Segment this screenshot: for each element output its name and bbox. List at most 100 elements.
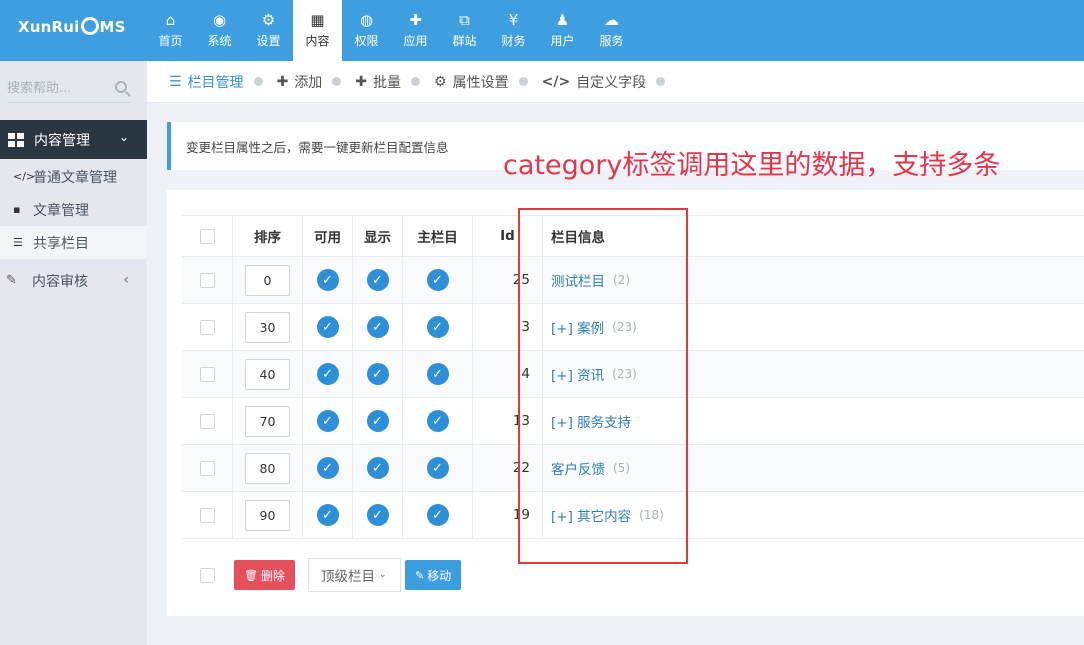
move-button[interactable]: ✎ 移动: [404, 560, 462, 590]
category-link[interactable]: [+] 其它内容: [551, 505, 631, 525]
parent-category-select[interactable]: 顶级栏目 ⌄: [307, 558, 401, 592]
nav-item-1[interactable]: ◉ 系统: [195, 0, 244, 61]
sidebar-group-content[interactable]: 内容管理 ⌄: [0, 120, 147, 159]
sidebar-group-review[interactable]: ✎ 内容审核 ‹: [0, 264, 147, 297]
nav-item-2[interactable]: ⚙ 设置: [244, 0, 293, 61]
chevron-down-icon: ⌄: [118, 130, 129, 144]
breadcrumb-icon: ✚: [276, 73, 289, 90]
row-checkbox[interactable]: [199, 460, 215, 476]
nav-item-9[interactable]: ☁ 服务: [587, 0, 636, 61]
category-link[interactable]: [+] 服务支持: [551, 411, 631, 431]
breadcrumb-item-0[interactable]: ☰ 栏目管理: [169, 72, 244, 92]
check-circle-icon[interactable]: ✓: [316, 363, 339, 385]
nav-item-4[interactable]: ◍ 权限: [342, 0, 391, 61]
breadcrumb-item-1[interactable]: ✚ 添加: [277, 72, 323, 92]
check-circle-icon[interactable]: ✓: [426, 457, 449, 479]
table-row: ✓ ✓ ✓ 3 [+] 案例 (23): [182, 304, 1084, 351]
nav-item-0[interactable]: ⌂ 首页: [146, 0, 195, 61]
row-checkbox[interactable]: [199, 272, 215, 288]
row-id: 25: [512, 272, 530, 288]
sidebar-item-2[interactable]: ☰ 共享栏目: [0, 226, 147, 259]
yen-icon: ¥: [508, 11, 519, 29]
check-circle-icon[interactable]: ✓: [426, 269, 449, 291]
check-circle-icon[interactable]: ✓: [366, 363, 389, 385]
nav-item-6[interactable]: ⧉ 群站: [440, 0, 489, 61]
search-input[interactable]: [7, 77, 107, 99]
table-header-row: 排序 可用 显示 主栏目 Id 栏目信息: [182, 216, 1084, 257]
category-link[interactable]: [+] 案例: [551, 317, 604, 337]
breadcrumb-label: 自定义字段: [576, 74, 647, 91]
check-circle-icon[interactable]: ✓: [316, 410, 339, 432]
nav-item-8[interactable]: ♟ 用户: [538, 0, 587, 61]
top-header: XunRui MS ⌂ 首页 ◉ 系统 ⚙ 设置 ▦ 内容 ◍ 权限 ✚ 应用 ⧉ 群站 ¥ 财务 ♟ 用户 ☁ 服务: [0, 0, 1084, 61]
check-circle-icon[interactable]: ✓: [426, 316, 449, 338]
sidebar-search: [7, 77, 131, 103]
nav-item-7[interactable]: ¥ 财务: [489, 0, 538, 61]
home-icon: ⌂: [165, 11, 176, 29]
breadcrumb-dot: [332, 77, 342, 86]
sort-input[interactable]: [245, 452, 290, 484]
check-circle-icon[interactable]: ✓: [316, 269, 339, 291]
nav-item-label: 服务: [599, 34, 624, 48]
check-circle-icon[interactable]: ✓: [316, 457, 339, 479]
category-link[interactable]: 测试栏目: [551, 270, 605, 290]
check-circle-icon[interactable]: ✓: [366, 457, 389, 479]
category-count: (23): [612, 320, 637, 334]
notice-text: 变更栏目属性之后，需要一键更新栏目配置信息: [186, 139, 449, 155]
top-nav: ⌂ 首页 ◉ 系统 ⚙ 设置 ▦ 内容 ◍ 权限 ✚ 应用 ⧉ 群站 ¥ 财务 ♟ 用户 ☁ 服务: [146, 0, 636, 61]
table-row: ✓ ✓ ✓ 4 [+] 资讯 (23): [182, 351, 1084, 398]
row-checkbox[interactable]: [199, 366, 215, 382]
sidebar-item-label: 普通文章管理: [33, 169, 117, 186]
breadcrumb-item-4[interactable]: </> 自定义字段: [542, 72, 647, 92]
breadcrumb-icon: ☰: [169, 73, 182, 90]
sort-input[interactable]: [245, 358, 290, 390]
check-circle-icon[interactable]: ✓: [366, 410, 389, 432]
breadcrumb-item-3[interactable]: ⚙ 属性设置: [434, 72, 509, 92]
category-link[interactable]: 客户反馈: [551, 458, 605, 478]
row-checkbox[interactable]: [199, 413, 215, 429]
nav-item-label: 首页: [158, 34, 183, 48]
check-circle-icon[interactable]: ✓: [366, 504, 389, 526]
trash-icon: 🗑: [244, 569, 258, 582]
nav-item-3[interactable]: ▦ 内容: [293, 0, 342, 61]
header-id[interactable]: Id: [473, 216, 543, 256]
sidebar-item-1[interactable]: ▪ 文章管理: [0, 193, 147, 226]
search-icon[interactable]: [115, 81, 127, 93]
edit-icon: ✎: [6, 273, 17, 288]
sort-input[interactable]: [245, 311, 290, 343]
header-show: 显示: [353, 216, 403, 256]
check-circle-icon[interactable]: ✓: [426, 504, 449, 526]
category-link[interactable]: [+] 资讯: [551, 364, 604, 384]
logo[interactable]: XunRui MS: [18, 17, 126, 36]
select-all-checkbox[interactable]: [199, 228, 215, 244]
breadcrumb: ☰ 栏目管理 ✚ 添加 ✚ 批量 ⚙ 属性设置 </> 自定义字段: [147, 61, 1084, 103]
delete-button[interactable]: 🗑 删除: [234, 560, 295, 590]
check-circle-icon[interactable]: ✓: [426, 363, 449, 385]
edit-icon: ✎: [414, 569, 425, 582]
grid-icon: [8, 132, 24, 147]
row-checkbox[interactable]: [199, 507, 215, 523]
check-circle-icon[interactable]: ✓: [316, 504, 339, 526]
check-circle-icon[interactable]: ✓: [366, 316, 389, 338]
delete-label: 删除: [260, 568, 285, 583]
table-row: ✓ ✓ ✓ 19 [+] 其它内容 (18): [182, 492, 1084, 539]
header-sort[interactable]: 排序: [233, 216, 303, 256]
footer-checkbox[interactable]: [200, 567, 215, 583]
sitemap-icon: ⧉: [459, 11, 470, 29]
nav-item-5[interactable]: ✚ 应用: [391, 0, 440, 61]
sidebar-item-0[interactable]: </> 普通文章管理: [0, 160, 147, 193]
sidebar-item-label: 共享栏目: [33, 235, 89, 252]
nav-item-label: 权限: [354, 34, 379, 48]
check-circle-icon[interactable]: ✓: [366, 269, 389, 291]
check-circle-icon[interactable]: ✓: [426, 410, 449, 432]
row-checkbox[interactable]: [199, 319, 215, 335]
user-circle-icon: ◍: [359, 11, 374, 29]
sort-input[interactable]: [245, 264, 290, 296]
check-circle-icon[interactable]: ✓: [316, 316, 339, 338]
category-table: 排序 可用 显示 主栏目 Id 栏目信息 ✓ ✓ ✓ 25 测试栏目 (2) ✓ ✓ ✓ 3 [+]…: [182, 215, 1084, 539]
sort-input[interactable]: [245, 499, 290, 531]
sort-input[interactable]: [245, 405, 290, 437]
breadcrumb-label: 属性设置: [452, 74, 509, 91]
breadcrumb-item-2[interactable]: ✚ 批量: [355, 72, 401, 92]
nav-item-label: 设置: [256, 34, 281, 48]
